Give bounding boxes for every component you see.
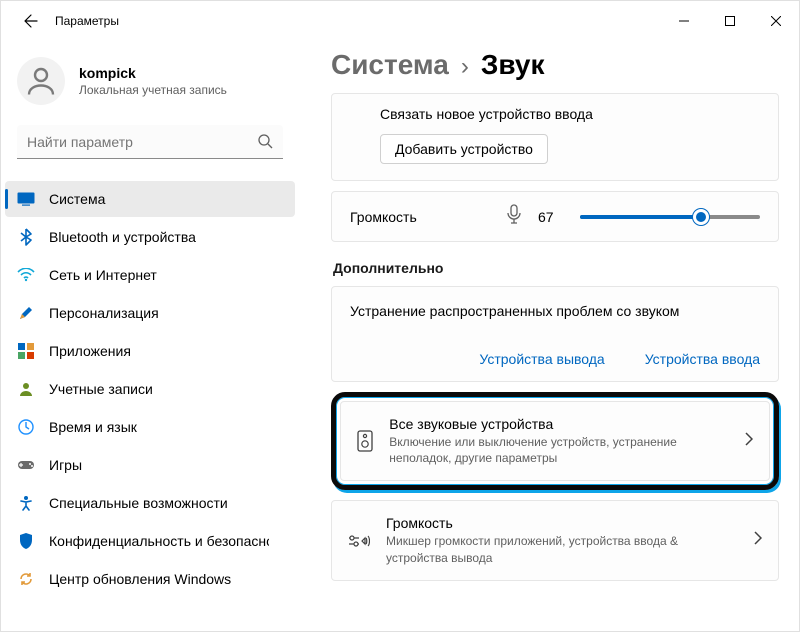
troubleshoot-card: Устранение распространенных проблем со з… — [331, 286, 779, 382]
bluetooth-icon — [17, 228, 35, 246]
window-controls — [661, 3, 799, 39]
update-icon — [17, 570, 35, 588]
nav-label: Приложения — [49, 343, 131, 359]
arrow-left-icon — [23, 13, 39, 29]
nav-windows-update[interactable]: Центр обновления Windows — [5, 561, 295, 597]
mixer-desc: Микшер громкости приложений, устройства … — [386, 533, 738, 565]
maximize-icon — [725, 16, 735, 26]
brush-icon — [17, 304, 35, 322]
search-icon — [257, 133, 273, 154]
volume-value: 67 — [538, 209, 564, 225]
mixer-title: Громкость — [386, 515, 738, 531]
main: Система › Звук Связать новое устройство … — [299, 41, 799, 631]
all-devices-title: Все звуковые устройства — [389, 416, 729, 432]
wifi-icon — [17, 266, 35, 284]
pair-device-title: Связать новое устройство ввода — [380, 106, 760, 122]
gamepad-icon — [17, 456, 35, 474]
nav-system[interactable]: Система — [5, 181, 295, 217]
clock-globe-icon — [17, 418, 35, 436]
troubleshoot-title: Устранение распространенных проблем со з… — [350, 303, 760, 319]
close-icon — [771, 16, 781, 26]
nav-bluetooth[interactable]: Bluetooth и устройства — [5, 219, 295, 255]
nav-label: Специальные возможности — [49, 495, 228, 511]
speaker-icon — [357, 430, 373, 452]
nav-label: Bluetooth и устройства — [49, 229, 196, 245]
chevron-right-icon — [745, 432, 753, 451]
nav-accounts[interactable]: Учетные записи — [5, 371, 295, 407]
pair-device-card: Связать новое устройство ввода Добавить … — [331, 93, 779, 181]
section-more: Дополнительно — [333, 260, 779, 276]
volume-label: Громкость — [350, 209, 417, 225]
nav-label: Время и язык — [49, 419, 137, 435]
all-devices-desc: Включение или выключение устройств, устр… — [389, 434, 729, 466]
nav-personalization[interactable]: Персонализация — [5, 295, 295, 331]
nav-label: Учетные записи — [49, 381, 153, 397]
apps-icon — [17, 342, 35, 360]
all-sound-devices-card[interactable]: Все звуковые устройства Включение или вы… — [340, 401, 770, 481]
nav-accessibility[interactable]: Специальные возможности — [5, 485, 295, 521]
nav-gaming[interactable]: Игры — [5, 447, 295, 483]
minimize-button[interactable] — [661, 3, 707, 39]
profile-text: kompick Локальная учетная запись — [79, 65, 227, 97]
nav-label: Система — [49, 191, 105, 207]
titlebar: Параметры — [1, 1, 799, 41]
person-icon — [23, 63, 59, 99]
shield-icon — [17, 532, 35, 550]
microphone-icon[interactable] — [506, 204, 522, 229]
nav-label: Конфиденциальность и безопасность — [49, 533, 269, 549]
nav-time-language[interactable]: Время и язык — [5, 409, 295, 445]
app-title: Параметры — [55, 14, 119, 28]
profile-name: kompick — [79, 65, 227, 81]
breadcrumb: Система › Звук — [331, 49, 779, 81]
volume-mixer-card[interactable]: Громкость Микшер громкости приложений, у… — [331, 500, 779, 580]
highlight: Все звуковые устройства Включение или вы… — [331, 392, 779, 490]
close-button[interactable] — [753, 3, 799, 39]
nav-label: Персонализация — [49, 305, 159, 321]
profile-desc: Локальная учетная запись — [79, 83, 227, 97]
nav-label: Сеть и Интернет — [49, 267, 157, 283]
chevron-right-icon — [754, 531, 762, 550]
mixer-icon — [348, 533, 370, 549]
search-input[interactable] — [17, 125, 283, 159]
breadcrumb-parent[interactable]: Система — [331, 49, 449, 81]
breadcrumb-current: Звук — [481, 49, 545, 81]
link-output-devices[interactable]: Устройства вывода — [479, 351, 604, 367]
nav-privacy[interactable]: Конфиденциальность и безопасность — [5, 523, 295, 559]
accessibility-icon — [17, 494, 35, 512]
volume-slider[interactable] — [580, 207, 760, 227]
nav-network[interactable]: Сеть и Интернет — [5, 257, 295, 293]
nav-apps[interactable]: Приложения — [5, 333, 295, 369]
search — [17, 125, 283, 159]
nav: Система Bluetooth и устройства Сеть и Ин… — [1, 175, 299, 597]
input-volume-card: Громкость 67 — [331, 191, 779, 242]
maximize-button[interactable] — [707, 3, 753, 39]
profile[interactable]: kompick Локальная учетная запись — [1, 49, 299, 125]
nav-label: Игры — [49, 457, 82, 473]
user-icon — [17, 380, 35, 398]
avatar — [17, 57, 65, 105]
link-input-devices[interactable]: Устройства ввода — [645, 351, 760, 367]
display-icon — [17, 190, 35, 208]
breadcrumb-sep: › — [461, 53, 469, 81]
nav-label: Центр обновления Windows — [49, 571, 231, 587]
back-button[interactable] — [15, 5, 47, 37]
minimize-icon — [679, 16, 689, 26]
add-device-button[interactable]: Добавить устройство — [380, 134, 548, 164]
sidebar: kompick Локальная учетная запись Система… — [1, 41, 299, 631]
